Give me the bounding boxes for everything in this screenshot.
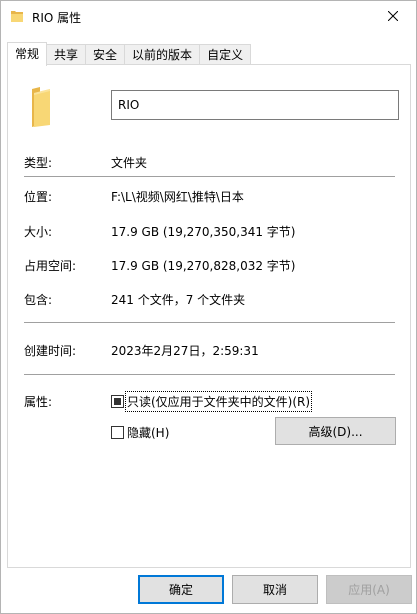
tab-general[interactable]: 常规 xyxy=(7,42,48,66)
tab-security[interactable]: 安全 xyxy=(85,44,126,66)
tab-customize[interactable]: 自定义 xyxy=(199,44,252,66)
created-value: 2023年2月27日，2:59:31 xyxy=(111,344,259,358)
hidden-checkbox-label[interactable]: 隐藏(H) xyxy=(127,424,169,441)
indeterminate-mark xyxy=(114,398,121,405)
location-value: F:\L\视频\网红\推特\日本 xyxy=(111,190,244,204)
size-value: 17.9 GB (19,270,350,341 字节) xyxy=(111,225,296,239)
tab-sharing[interactable]: 共享 xyxy=(46,44,87,66)
attributes-label: 属性: xyxy=(24,395,53,409)
ok-button[interactable]: 确定 xyxy=(138,575,224,604)
contains-label: 包含: xyxy=(24,293,53,307)
hidden-checkbox[interactable] xyxy=(111,426,124,439)
properties-dialog: RIO 属性 常规 共享 安全 以前的版本 自定义 类型: 文件夹 xyxy=(0,0,417,614)
close-button[interactable] xyxy=(370,1,416,32)
readonly-checkbox[interactable] xyxy=(111,395,124,408)
size-label: 大小: xyxy=(24,225,53,239)
window-title: RIO 属性 xyxy=(32,11,82,25)
general-panel: 类型: 文件夹 位置: F:\L\视频\网红\推特\日本 大小: 17.9 GB… xyxy=(7,64,411,568)
apply-button[interactable]: 应用(A) xyxy=(326,575,412,604)
folder-icon xyxy=(10,10,24,26)
separator xyxy=(24,176,395,177)
folder-icon xyxy=(28,85,54,132)
size-on-disk-label: 占用空间: xyxy=(24,259,77,273)
location-label: 位置: xyxy=(24,190,53,204)
readonly-checkbox-label[interactable]: 只读(仅应用于文件夹中的文件)(R) xyxy=(124,391,313,412)
advanced-button[interactable]: 高级(D)... xyxy=(275,417,396,445)
cancel-button[interactable]: 取消 xyxy=(232,575,318,604)
created-label: 创建时间: xyxy=(24,344,77,358)
title-bar[interactable]: RIO 属性 xyxy=(1,1,416,32)
separator xyxy=(24,374,395,375)
separator xyxy=(24,322,395,323)
tab-previous-versions[interactable]: 以前的版本 xyxy=(124,44,201,66)
size-on-disk-value: 17.9 GB (19,270,828,032 字节) xyxy=(111,259,296,273)
contains-value: 241 个文件，7 个文件夹 xyxy=(111,293,246,307)
folder-name-input[interactable] xyxy=(111,90,399,120)
type-value: 文件夹 xyxy=(111,156,148,170)
type-label: 类型: xyxy=(24,156,53,170)
close-icon xyxy=(387,10,399,24)
tab-strip: 常规 共享 安全 以前的版本 自定义 xyxy=(7,42,252,66)
